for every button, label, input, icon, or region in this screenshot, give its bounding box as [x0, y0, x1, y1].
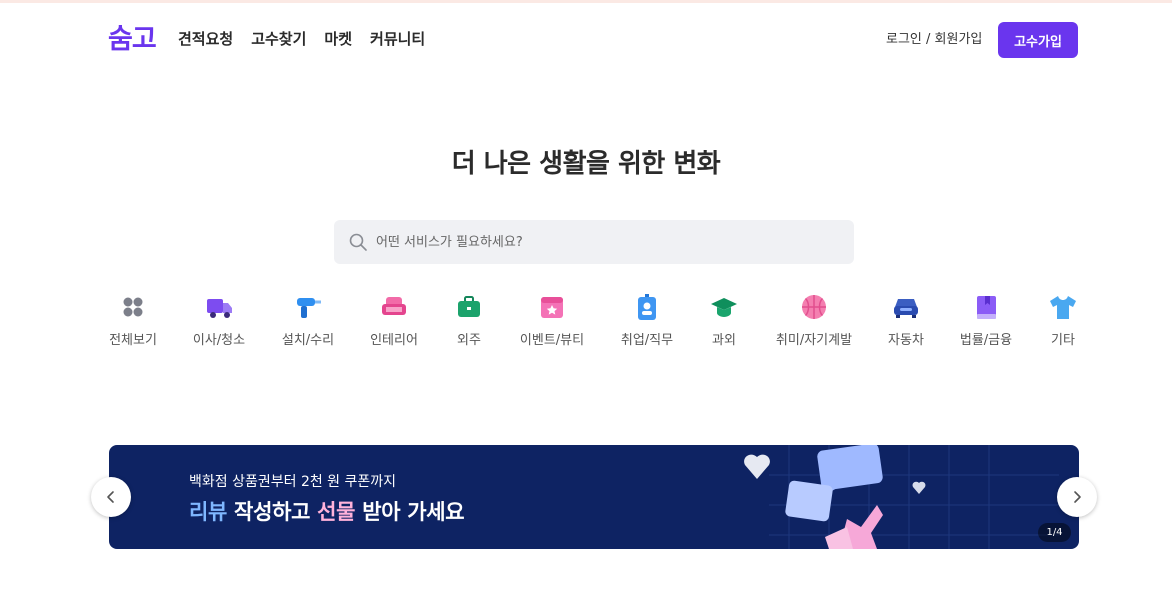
nav-market[interactable]: 마켓	[324, 28, 352, 50]
category-label: 이사/청소	[192, 333, 246, 348]
login-signup-link[interactable]: 로그인 / 회원가입	[886, 30, 982, 50]
search-icon	[349, 233, 367, 251]
category-hobby[interactable]: 취미/자기계발	[764, 292, 864, 350]
drill-icon	[297, 298, 321, 318]
logo[interactable]: 숨고	[108, 24, 157, 56]
briefcase-icon	[458, 296, 480, 317]
graduation-cap-icon	[711, 298, 737, 317]
search-input[interactable]	[376, 234, 846, 250]
hero-title: 더 나은 생활을 위한 변화	[451, 149, 721, 179]
chevron-right-icon	[1074, 491, 1081, 503]
banner-subtitle: 백화점 상품권부터 2천 원 쿠폰까지	[189, 474, 397, 490]
category-all[interactable]: 전체보기	[83, 292, 183, 350]
category-label: 기타	[1051, 333, 1075, 348]
pro-signup-button[interactable]: 고수가입	[998, 22, 1078, 58]
category-label: 취미/자기계발	[775, 333, 853, 348]
main-nav: 견적요청 고수찾기 마켓 커뮤니티	[178, 28, 425, 50]
category-other[interactable]: 기타	[1013, 292, 1113, 350]
banner-prev-button[interactable]	[91, 477, 131, 517]
promo-banner[interactable]: 백화점 상품권부터 2천 원 쿠폰까지 리뷰 작성하고 선물 받아 가세요 1/…	[109, 445, 1079, 549]
nav-quote-request[interactable]: 견적요청	[178, 28, 233, 50]
category-event-beauty[interactable]: 이벤트/뷰티	[502, 292, 602, 350]
nav-find-pro[interactable]: 고수찾기	[251, 28, 306, 50]
id-badge-icon	[638, 294, 656, 320]
banner-next-button[interactable]	[1057, 477, 1097, 517]
category-label: 이벤트/뷰티	[519, 333, 585, 348]
category-install-repair[interactable]: 설치/수리	[258, 292, 358, 350]
chevron-left-icon	[107, 491, 114, 503]
truck-icon	[207, 299, 232, 318]
tshirt-icon	[1050, 296, 1076, 319]
banner-highlight-gift: 선물	[317, 500, 356, 524]
slide-counter: 1/4	[1038, 523, 1071, 542]
basketball-icon	[802, 295, 826, 319]
category-label: 과외	[712, 333, 736, 348]
banner-illustration	[744, 445, 1059, 549]
banner-text: 작성하고	[227, 500, 318, 524]
book-icon	[977, 296, 996, 319]
category-label: 설치/수리	[281, 333, 335, 348]
grid-icon	[123, 297, 143, 317]
search-bar[interactable]	[334, 220, 854, 264]
sofa-icon	[382, 297, 406, 315]
calendar-icon	[541, 297, 563, 318]
car-icon	[894, 299, 918, 318]
category-moving-cleaning[interactable]: 이사/청소	[169, 292, 269, 350]
category-tutoring[interactable]: 과외	[674, 292, 774, 350]
banner-headline: 리뷰 작성하고 선물 받아 가세요	[189, 496, 465, 528]
banner-text: 받아 가세요	[355, 500, 465, 524]
top-accent-line	[0, 0, 1172, 3]
category-label: 전체보기	[109, 333, 157, 348]
nav-community[interactable]: 커뮤니티	[370, 28, 425, 50]
banner-highlight-review: 리뷰	[189, 500, 228, 524]
